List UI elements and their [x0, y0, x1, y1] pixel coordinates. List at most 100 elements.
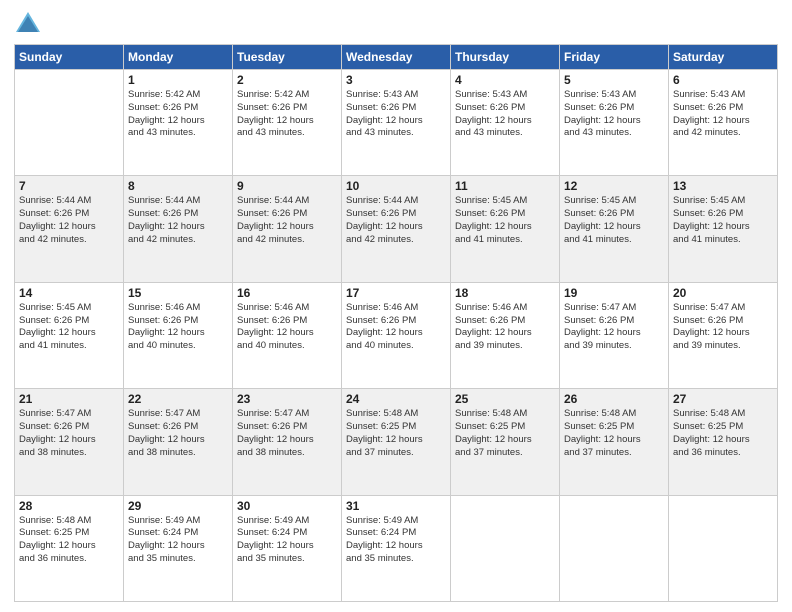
day-info: Sunrise: 5:49 AM Sunset: 6:24 PM Dayligh… [237, 515, 337, 566]
day-info: Sunrise: 5:44 AM Sunset: 6:26 PM Dayligh… [19, 195, 119, 246]
calendar-day-cell: 6 Sunrise: 5:43 AM Sunset: 6:26 PM Daylig… [669, 70, 778, 176]
calendar-day-cell: 12 Sunrise: 5:45 AM Sunset: 6:26 PM Dayli… [560, 176, 669, 282]
calendar-day-cell [669, 495, 778, 601]
calendar-day-cell: 2 Sunrise: 5:42 AM Sunset: 6:26 PM Daylig… [233, 70, 342, 176]
day-info: Sunrise: 5:48 AM Sunset: 6:25 PM Dayligh… [346, 408, 446, 459]
page: SundayMondayTuesdayWednesdayThursdayFrid… [0, 0, 792, 612]
calendar-table: SundayMondayTuesdayWednesdayThursdayFrid… [14, 44, 778, 602]
day-info: Sunrise: 5:43 AM Sunset: 6:26 PM Dayligh… [346, 89, 446, 140]
weekday-header: Wednesday [342, 45, 451, 70]
calendar-day-cell: 1Sunrise: 5:42 AM Sunset: 6:26 PM Daylig… [124, 70, 233, 176]
calendar-day-cell: 23 Sunrise: 5:47 AM Sunset: 6:26 PM Dayli… [233, 389, 342, 495]
day-info: Sunrise: 5:43 AM Sunset: 6:26 PM Dayligh… [673, 89, 773, 140]
day-number: 15 [128, 286, 228, 300]
day-number: 20 [673, 286, 773, 300]
calendar-day-cell: 7 Sunrise: 5:44 AM Sunset: 6:26 PM Daylig… [15, 176, 124, 282]
calendar-day-cell: 9Sunrise: 5:44 AM Sunset: 6:26 PM Daylig… [233, 176, 342, 282]
calendar-week-row: 14 Sunrise: 5:45 AM Sunset: 6:26 PM Dayli… [15, 282, 778, 388]
calendar-day-cell [560, 495, 669, 601]
calendar-day-cell [15, 70, 124, 176]
day-info: Sunrise: 5:47 AM Sunset: 6:26 PM Dayligh… [128, 408, 228, 459]
calendar-day-cell: 19Sunrise: 5:47 AM Sunset: 6:26 PM Dayli… [560, 282, 669, 388]
calendar-header-row: SundayMondayTuesdayWednesdayThursdayFrid… [15, 45, 778, 70]
day-info: Sunrise: 5:46 AM Sunset: 6:26 PM Dayligh… [455, 302, 555, 353]
day-number: 26 [564, 392, 664, 406]
calendar-week-row: 7 Sunrise: 5:44 AM Sunset: 6:26 PM Daylig… [15, 176, 778, 282]
day-number: 21 [19, 392, 119, 406]
calendar-day-cell: 5 Sunrise: 5:43 AM Sunset: 6:26 PM Daylig… [560, 70, 669, 176]
day-number: 11 [455, 179, 555, 193]
calendar-day-cell: 28 Sunrise: 5:48 AM Sunset: 6:25 PM Dayli… [15, 495, 124, 601]
day-number: 29 [128, 499, 228, 513]
day-number: 7 [19, 179, 119, 193]
day-number: 24 [346, 392, 446, 406]
calendar-day-cell: 4Sunrise: 5:43 AM Sunset: 6:26 PM Daylig… [451, 70, 560, 176]
day-number: 5 [564, 73, 664, 87]
day-info: Sunrise: 5:45 AM Sunset: 6:26 PM Dayligh… [564, 195, 664, 246]
calendar-day-cell: 14 Sunrise: 5:45 AM Sunset: 6:26 PM Dayli… [15, 282, 124, 388]
calendar-day-cell: 30 Sunrise: 5:49 AM Sunset: 6:24 PM Dayli… [233, 495, 342, 601]
day-number: 25 [455, 392, 555, 406]
day-info: Sunrise: 5:48 AM Sunset: 6:25 PM Dayligh… [19, 515, 119, 566]
day-info: Sunrise: 5:47 AM Sunset: 6:26 PM Dayligh… [237, 408, 337, 459]
calendar-week-row: 21 Sunrise: 5:47 AM Sunset: 6:26 PM Dayli… [15, 389, 778, 495]
day-number: 28 [19, 499, 119, 513]
day-number: 10 [346, 179, 446, 193]
calendar-day-cell: 25 Sunrise: 5:48 AM Sunset: 6:25 PM Dayli… [451, 389, 560, 495]
day-info: Sunrise: 5:45 AM Sunset: 6:26 PM Dayligh… [673, 195, 773, 246]
logo-icon [14, 10, 42, 38]
day-info: Sunrise: 5:48 AM Sunset: 6:25 PM Dayligh… [455, 408, 555, 459]
day-number: 3 [346, 73, 446, 87]
weekday-header: Tuesday [233, 45, 342, 70]
day-number: 6 [673, 73, 773, 87]
calendar-day-cell: 17 Sunrise: 5:46 AM Sunset: 6:26 PM Dayli… [342, 282, 451, 388]
header [14, 10, 778, 38]
weekday-header: Sunday [15, 45, 124, 70]
weekday-header: Thursday [451, 45, 560, 70]
day-info: Sunrise: 5:49 AM Sunset: 6:24 PM Dayligh… [346, 515, 446, 566]
day-info: Sunrise: 5:45 AM Sunset: 6:26 PM Dayligh… [19, 302, 119, 353]
day-number: 23 [237, 392, 337, 406]
calendar-day-cell: 26 Sunrise: 5:48 AM Sunset: 6:25 PM Dayli… [560, 389, 669, 495]
calendar-day-cell: 16Sunrise: 5:46 AM Sunset: 6:26 PM Dayli… [233, 282, 342, 388]
calendar-week-row: 28 Sunrise: 5:48 AM Sunset: 6:25 PM Dayli… [15, 495, 778, 601]
calendar-day-cell: 20 Sunrise: 5:47 AM Sunset: 6:26 PM Dayli… [669, 282, 778, 388]
day-info: Sunrise: 5:43 AM Sunset: 6:26 PM Dayligh… [455, 89, 555, 140]
day-number: 16 [237, 286, 337, 300]
calendar-day-cell: 31 Sunrise: 5:49 AM Sunset: 6:24 PM Dayli… [342, 495, 451, 601]
weekday-header: Saturday [669, 45, 778, 70]
day-info: Sunrise: 5:43 AM Sunset: 6:26 PM Dayligh… [564, 89, 664, 140]
day-number: 30 [237, 499, 337, 513]
day-info: Sunrise: 5:48 AM Sunset: 6:25 PM Dayligh… [564, 408, 664, 459]
day-number: 17 [346, 286, 446, 300]
day-info: Sunrise: 5:47 AM Sunset: 6:26 PM Dayligh… [564, 302, 664, 353]
day-number: 13 [673, 179, 773, 193]
day-info: Sunrise: 5:47 AM Sunset: 6:26 PM Dayligh… [673, 302, 773, 353]
day-number: 14 [19, 286, 119, 300]
calendar-day-cell: 21Sunrise: 5:47 AM Sunset: 6:26 PM Dayli… [15, 389, 124, 495]
day-info: Sunrise: 5:46 AM Sunset: 6:26 PM Dayligh… [128, 302, 228, 353]
day-info: Sunrise: 5:48 AM Sunset: 6:25 PM Dayligh… [673, 408, 773, 459]
day-number: 22 [128, 392, 228, 406]
calendar-day-cell: 11 Sunrise: 5:45 AM Sunset: 6:26 PM Dayli… [451, 176, 560, 282]
weekday-header: Friday [560, 45, 669, 70]
day-info: Sunrise: 5:42 AM Sunset: 6:26 PM Dayligh… [128, 89, 228, 140]
day-info: Sunrise: 5:44 AM Sunset: 6:26 PM Dayligh… [128, 195, 228, 246]
day-number: 27 [673, 392, 773, 406]
calendar-day-cell: 22 Sunrise: 5:47 AM Sunset: 6:26 PM Dayli… [124, 389, 233, 495]
day-info: Sunrise: 5:42 AM Sunset: 6:26 PM Dayligh… [237, 89, 337, 140]
day-info: Sunrise: 5:45 AM Sunset: 6:26 PM Dayligh… [455, 195, 555, 246]
day-number: 2 [237, 73, 337, 87]
day-number: 12 [564, 179, 664, 193]
day-info: Sunrise: 5:46 AM Sunset: 6:26 PM Dayligh… [346, 302, 446, 353]
calendar-day-cell: 27 Sunrise: 5:48 AM Sunset: 6:25 PM Dayli… [669, 389, 778, 495]
day-info: Sunrise: 5:44 AM Sunset: 6:26 PM Dayligh… [346, 195, 446, 246]
calendar-day-cell: 24 Sunrise: 5:48 AM Sunset: 6:25 PM Dayli… [342, 389, 451, 495]
day-number: 9 [237, 179, 337, 193]
day-number: 18 [455, 286, 555, 300]
day-number: 31 [346, 499, 446, 513]
calendar-day-cell [451, 495, 560, 601]
day-number: 8 [128, 179, 228, 193]
calendar-day-cell: 13 Sunrise: 5:45 AM Sunset: 6:26 PM Dayli… [669, 176, 778, 282]
calendar-day-cell: 18 Sunrise: 5:46 AM Sunset: 6:26 PM Dayli… [451, 282, 560, 388]
